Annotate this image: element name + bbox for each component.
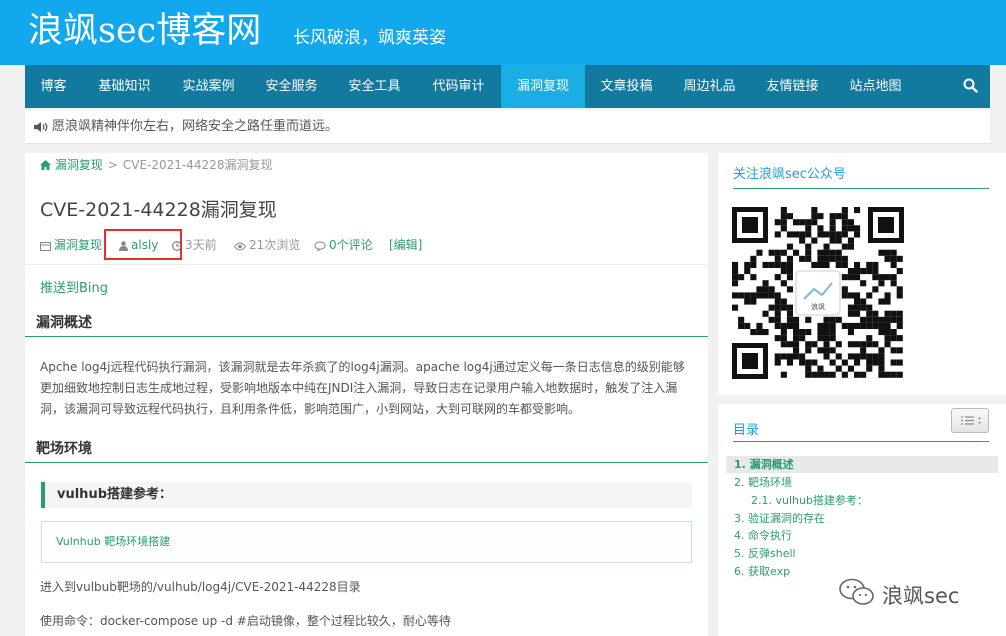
- toc-item-vulhub[interactable]: 2.1. vulhub搭建参考：: [751, 492, 868, 509]
- nav-search-button[interactable]: [952, 65, 990, 108]
- toc-toggle-button[interactable]: [951, 408, 989, 433]
- toc-title: 目录: [733, 423, 760, 438]
- vulhub-setup-link-box[interactable]: Vulnhub 靶场环境搭建: [41, 521, 692, 563]
- eye-icon: [233, 242, 247, 251]
- toc-item-command-exec[interactable]: 4. 命令执行: [734, 527, 792, 544]
- nav-item-services[interactable]: 安全服务: [250, 65, 333, 108]
- author-highlight-box: [104, 229, 182, 260]
- push-bing-link[interactable]: 推送到Bing: [40, 277, 108, 296]
- nav-item-gifts[interactable]: 周边礼品: [668, 65, 751, 108]
- breadcrumb-category[interactable]: 漏洞复现: [55, 158, 103, 172]
- main-nav: 博客 基础知识 实战案例 安全服务 安全工具 代码审计 漏洞复现 文章投稿 周边…: [25, 65, 990, 108]
- search-icon: [963, 78, 978, 93]
- nav-item-submit[interactable]: 文章投稿: [585, 65, 668, 108]
- post-content: 漏洞复现 > CVE-2021-44228漏洞复现 CVE-2021-44228漏洞…: [25, 153, 708, 636]
- breadcrumb: 漏洞复现 > CVE-2021-44228漏洞复现: [40, 153, 272, 177]
- qr-widget-title: 关注浪飒sec公众号: [733, 167, 846, 182]
- notice-text: 愿浪飒精神伴你左右，网络安全之路任重而道远。: [52, 119, 339, 134]
- nav-item-links[interactable]: 友情链接: [751, 65, 834, 108]
- breadcrumb-current: CVE-2021-44228漏洞复现: [122, 158, 273, 172]
- toc-item-get-exp[interactable]: 6. 获取exp: [734, 563, 790, 580]
- comment-icon: [314, 241, 326, 252]
- qr-code: 浪飒: [732, 207, 904, 379]
- nav-item-blog[interactable]: 博客: [25, 65, 82, 108]
- meta-views: 21次浏览: [233, 237, 300, 253]
- divider: [733, 188, 989, 189]
- nav-item-vuln-repro[interactable]: 漏洞复现: [501, 65, 585, 108]
- qr-center-logo: 浪飒: [811, 302, 825, 311]
- site-header: 浪飒sec博客网 长风破浪，飒爽英姿: [0, 0, 1006, 65]
- breadcrumb-separator: >: [107, 158, 118, 172]
- meta-category[interactable]: 漏洞复现: [40, 237, 102, 253]
- divider: [733, 441, 989, 442]
- nav-item-basics[interactable]: 基础知识: [82, 65, 167, 108]
- watermark-text: 浪飒sec: [882, 584, 960, 608]
- toc-item-reverse-shell[interactable]: 5. 反弹shell: [734, 545, 796, 562]
- folder-icon: [40, 242, 51, 251]
- nav-item-code-audit[interactable]: 代码审计: [416, 65, 501, 108]
- list-icon: [961, 416, 981, 425]
- toc-item-environment[interactable]: 2. 靶场环境: [734, 474, 792, 491]
- subsection-heading-vulhub: vulhub搭建参考：: [41, 482, 692, 508]
- sidebar-qr-widget: 关注浪飒sec公众号 浪飒: [718, 153, 1006, 395]
- meta-comments[interactable]: 0个评论: [314, 237, 373, 253]
- paragraph-enter-dir: 进入到vulbub靶场的/vulhub/log4j/CVE-2021-44228…: [40, 580, 361, 594]
- section-heading-environment: 靶场环境: [25, 436, 708, 463]
- site-title[interactable]: 浪飒sec博客网: [28, 8, 261, 54]
- notice-bar: 愿浪飒精神伴你左右，网络安全之路任重而道远。: [25, 110, 990, 144]
- speaker-icon: [34, 122, 48, 132]
- divider: [25, 264, 708, 265]
- home-icon[interactable]: [40, 160, 51, 170]
- wechat-icon: [839, 578, 874, 605]
- post-title: CVE-2021-44228漏洞复现: [40, 199, 277, 221]
- paragraph-docker-cmd: 使用命令：docker-compose up -d #启动镜像，整个过程比较久，…: [40, 614, 451, 628]
- meta-edit-link[interactable]: [编辑]: [389, 237, 422, 253]
- nav-item-tools[interactable]: 安全工具: [333, 65, 416, 108]
- toc-item-verify[interactable]: 3. 验证漏洞的存在: [734, 510, 825, 527]
- nav-item-sitemap[interactable]: 站点地图: [834, 65, 917, 108]
- section-heading-overview: 漏洞概述: [25, 310, 708, 337]
- wechat-watermark: 浪飒sec: [838, 577, 959, 611]
- section-overview-text: Apche log4j远程代码执行漏洞，该漏洞就是去年杀疯了的log4j漏洞。a…: [40, 360, 685, 416]
- site-slogan: 长风破浪，飒爽英姿: [293, 28, 446, 48]
- nav-item-cases[interactable]: 实战案例: [167, 65, 250, 108]
- toc-item-overview[interactable]: 1. 漏洞概述: [734, 456, 794, 473]
